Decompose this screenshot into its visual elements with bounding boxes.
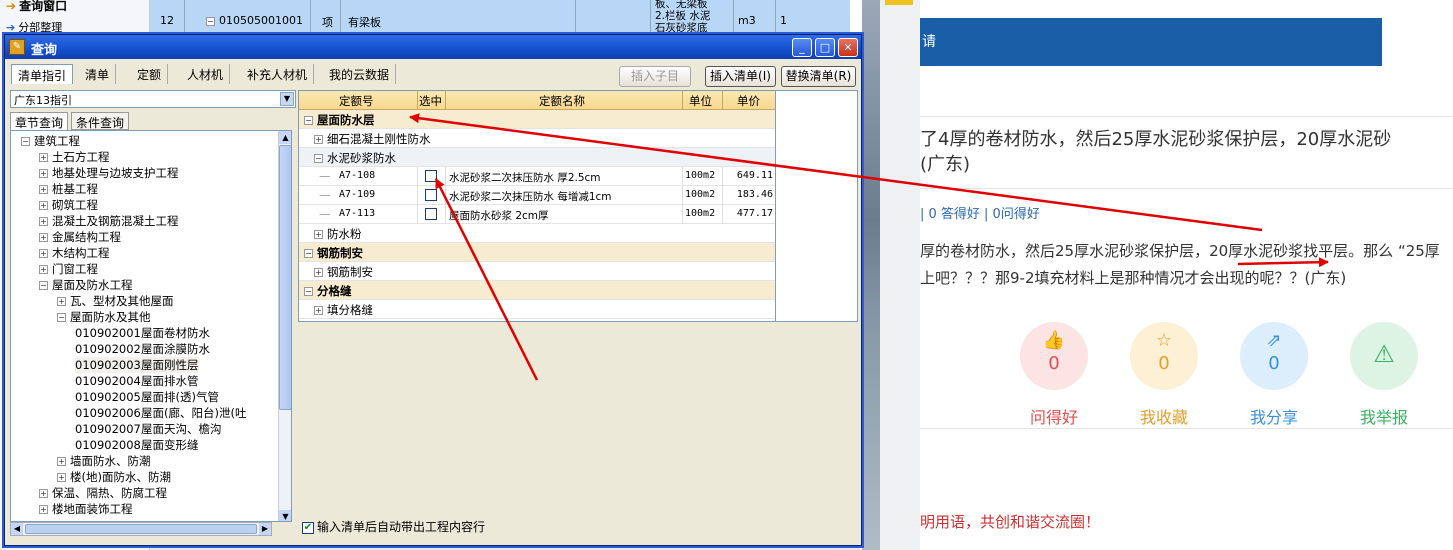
annotation-arrows bbox=[409, 113, 1329, 381]
arrow-to-leveling-layer bbox=[1237, 257, 1329, 268]
arrow-to-roof-waterproof bbox=[409, 113, 1263, 232]
arrow-to-a7-108 bbox=[434, 178, 539, 381]
